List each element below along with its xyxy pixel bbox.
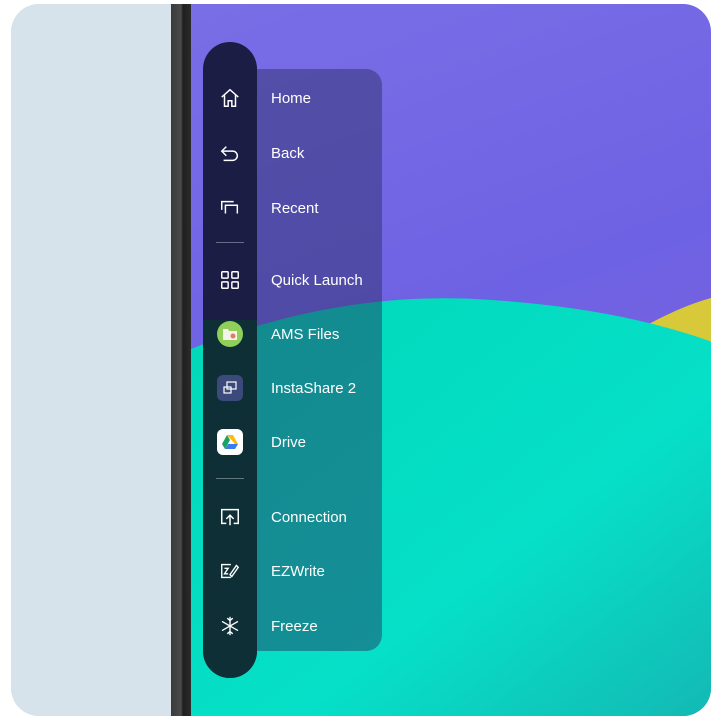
menu-divider bbox=[216, 242, 244, 243]
menu-item-quick-launch[interactable]: Quick Launch bbox=[203, 262, 383, 298]
menu-item-instashare[interactable]: InstaShare 2 bbox=[203, 370, 383, 406]
menu-label: InstaShare 2 bbox=[271, 379, 357, 397]
menu-label: EZWrite bbox=[271, 562, 325, 580]
menu-item-connection[interactable]: Connection bbox=[203, 499, 383, 535]
menu-item-home[interactable]: Home bbox=[203, 80, 383, 116]
menu-item-drive[interactable]: Drive bbox=[203, 424, 383, 460]
menu-item-ams-files[interactable]: AMS Files bbox=[203, 316, 383, 352]
home-icon bbox=[203, 87, 257, 109]
side-panel bbox=[11, 4, 171, 716]
menu-label: Back bbox=[271, 144, 305, 162]
google-drive-app-icon bbox=[217, 429, 243, 455]
back-arrow-icon bbox=[203, 142, 257, 164]
menu-label: Drive bbox=[271, 433, 307, 451]
snowflake-icon bbox=[203, 615, 257, 637]
menu-label: Recent bbox=[271, 199, 319, 217]
menu-label: Home bbox=[271, 89, 312, 107]
menu-label: Quick Launch bbox=[271, 271, 363, 289]
menu-label: AMS Files bbox=[271, 325, 340, 343]
menu-item-back[interactable]: Back bbox=[203, 135, 383, 171]
ams-files-app-icon bbox=[217, 321, 243, 347]
menu-item-recent[interactable]: Recent bbox=[203, 190, 383, 226]
instashare-app-icon bbox=[217, 375, 243, 401]
recent-windows-icon bbox=[203, 197, 257, 219]
grid-apps-icon bbox=[203, 269, 257, 291]
menu-item-ezwrite[interactable]: EZWrite bbox=[203, 553, 383, 589]
menu-item-freeze[interactable]: Freeze bbox=[203, 608, 383, 644]
cast-upload-icon bbox=[203, 506, 257, 528]
display-bezel bbox=[171, 4, 191, 716]
menu-label: Connection bbox=[271, 508, 347, 526]
ezwrite-pen-icon bbox=[203, 560, 257, 582]
menu-divider bbox=[216, 478, 244, 479]
menu-label: Freeze bbox=[271, 617, 318, 635]
